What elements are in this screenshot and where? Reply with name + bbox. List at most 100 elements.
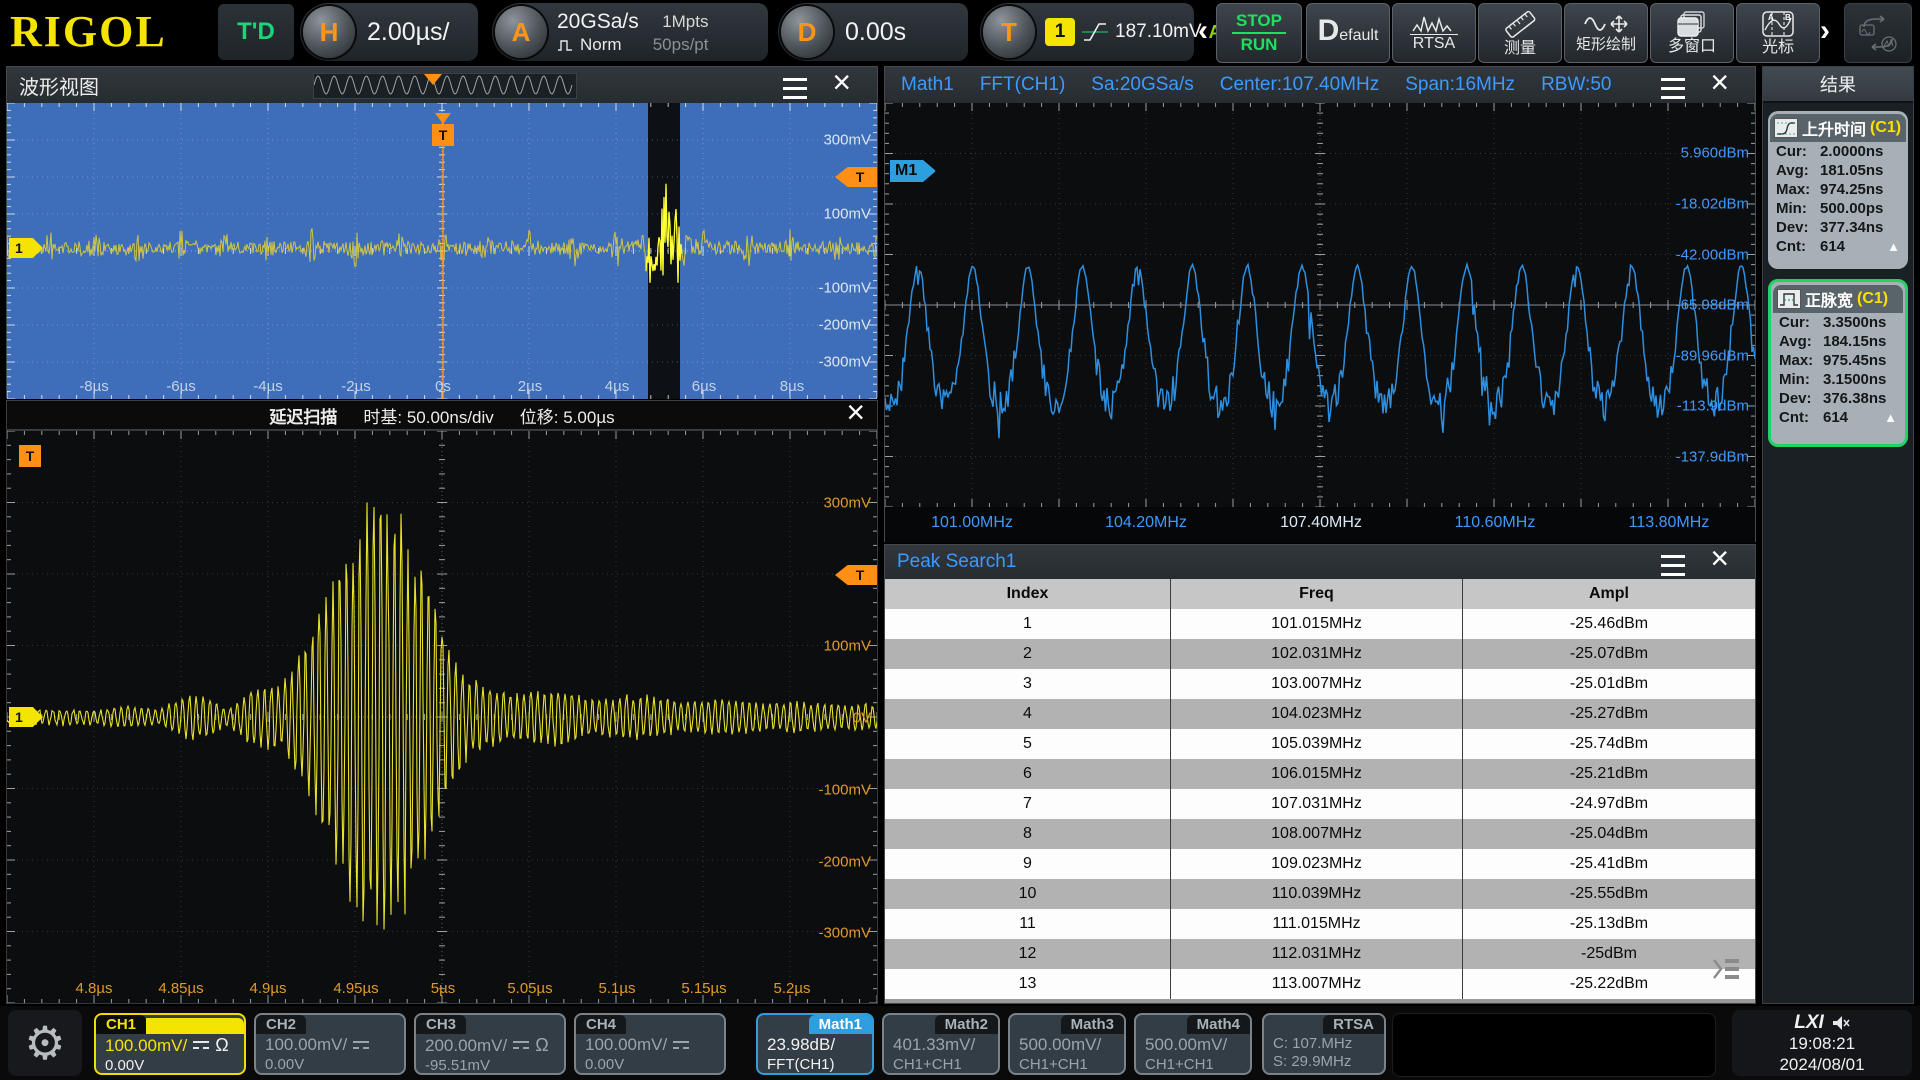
close-icon[interactable]: ×: [846, 399, 865, 425]
toolbar-expand-icon[interactable]: ›: [1820, 14, 1830, 48]
draw-rect-button[interactable]: 矩形绘制: [1564, 3, 1648, 63]
collapse-triangle-icon[interactable]: ▲: [1884, 410, 1897, 425]
math-block-math3[interactable]: Math3 500.00mV/ CH1+CH1: [1008, 1013, 1126, 1075]
fft-header: Math1 FFT(CH1) Sa:20GSa/s Center:107.40MHz S…: [885, 67, 1755, 104]
waveform-chart[interactable]: T-8µs-6µs-4µs-2µs0s2µs4µs6µs8µs300mV2001…: [7, 103, 877, 399]
close-icon[interactable]: ×: [1710, 545, 1729, 571]
peak-ampl: -25.01dBm: [1463, 669, 1755, 699]
delay-control[interactable]: D 0.00s: [778, 3, 968, 61]
toolbar-collapse-icon[interactable]: ‹: [1198, 14, 1208, 48]
waveform-view-window: 波形视图 × T-8µs-6µs-4µs-2µs0s2µs4µs6µs8µs30…: [6, 66, 878, 398]
table-row[interactable]: 2102.031MHz-25.07dBm: [885, 639, 1755, 669]
rtsa-block[interactable]: RTSA C: 107.MHz S: 29.9MHz: [1262, 1013, 1386, 1075]
svg-text:B: B: [1785, 13, 1791, 22]
peak-index: 10: [885, 879, 1171, 909]
multi-window-button[interactable]: 多窗口: [1650, 3, 1734, 63]
measurement-card-rise-time[interactable]: 上升时间(C1) Cur:2.0000nsAvg:181.05nsMax:974…: [1768, 111, 1908, 269]
delayed-sweep-chart[interactable]: 4.8µs4.85µs4.9µs4.95µs5µs5.05µs5.1µs5.15…: [6, 430, 878, 1004]
time-axis-label: 4.95µs: [333, 980, 378, 997]
table-row[interactable]: 6106.015MHz-25.21dBm: [885, 759, 1755, 789]
time-axis-label: -4µs: [253, 378, 282, 395]
default-button[interactable]: Default: [1306, 3, 1390, 63]
channel-block-ch1[interactable]: CH1 100.00mV/Ω 0.00V: [94, 1013, 246, 1075]
trigger-control[interactable]: T 1 187.10mV A: [980, 3, 1194, 61]
close-icon[interactable]: ×: [832, 69, 851, 95]
menu-icon[interactable]: [1661, 78, 1685, 99]
peak-freq: 113.007MHz: [1171, 969, 1463, 999]
fft-header-item[interactable]: Math1: [901, 74, 954, 96]
table-row[interactable]: 12112.031MHz-25dBm: [885, 939, 1755, 969]
peak-freq: 110.039MHz: [1171, 879, 1463, 909]
memory-depth: 1Mpts: [653, 12, 709, 32]
stat-value: 500.00ps: [1820, 200, 1883, 217]
horizontal-timebase-control[interactable]: H 2.00µs/: [300, 3, 478, 61]
peak-index: 3: [885, 669, 1171, 699]
menu-icon[interactable]: [1661, 555, 1685, 576]
rtsa-button[interactable]: RTSA: [1392, 3, 1476, 63]
clock-box[interactable]: LXI 19:08:21 2024/08/01: [1732, 1010, 1912, 1076]
trigger-knob[interactable]: T: [983, 6, 1035, 58]
table-row[interactable]: 13113.007MHz-25.22dBm: [885, 969, 1755, 999]
cursor-button[interactable]: A B 光标: [1736, 3, 1820, 63]
stat-label: Cnt:: [1779, 409, 1823, 426]
measure-stats: Cur:2.0000nsAvg:181.05nsMax:974.25nsMin:…: [1768, 142, 1908, 256]
menu-icon[interactable]: [783, 78, 807, 99]
voltage-axis-label: -100mV: [818, 782, 871, 799]
math-scale: 401.33mV/: [884, 1034, 998, 1055]
measure-button[interactable]: 测量: [1478, 3, 1562, 63]
fft-header-item[interactable]: RBW:50: [1541, 74, 1611, 96]
horizontal-knob[interactable]: H: [303, 6, 355, 58]
peak-index: 7: [885, 789, 1171, 819]
measurement-card-pulse-width[interactable]: 正脉宽(C1) Cur:3.3500nsAvg:184.15nsMax:975.…: [1768, 279, 1908, 447]
waveform-move-icon: [1583, 13, 1629, 35]
rising-edge-icon: [1082, 19, 1108, 45]
table-row[interactable]: 3103.007MHz-25.01dBm: [885, 669, 1755, 699]
channel-block-ch2[interactable]: CH2 100.00mV/ 0.00V: [254, 1013, 406, 1075]
time-axis-label: 5.15µs: [681, 980, 726, 997]
math-block-math4[interactable]: Math4 500.00mV/ CH1+CH1: [1134, 1013, 1252, 1075]
fft-header-item[interactable]: Sa:20GSa/s: [1091, 74, 1193, 96]
stat-value: 975.45ns: [1823, 352, 1886, 369]
table-row[interactable]: 8108.007MHz-25.04dBm: [885, 819, 1755, 849]
fft-chart[interactable]: 5.960dBm-18.02dBm-42.00dBm-65.98dBm-89.9…: [885, 103, 1755, 507]
top-toolbar: RIGOL T'D H 2.00µs/ A 20GSa/s 1Mpts Norm…: [0, 0, 1920, 64]
fft-header-item[interactable]: Center:107.40MHz: [1220, 74, 1379, 96]
table-row[interactable]: 1101.015MHz-25.46dBm: [885, 609, 1755, 639]
math-block-math2[interactable]: Math2 401.33mV/ CH1+CH1: [882, 1013, 1000, 1075]
fft-header-item[interactable]: Span:16MHz: [1405, 74, 1515, 96]
table-row[interactable]: 4104.023MHz-25.27dBm: [885, 699, 1755, 729]
measure-channel: (C1): [1857, 290, 1888, 308]
voltage-axis-label: -200mV: [818, 317, 871, 334]
channel-block-ch4[interactable]: CH4 100.00mV/ 0.00V: [574, 1013, 726, 1075]
time-axis-label: 5µs: [431, 980, 456, 997]
system-menu-button[interactable]: ⚙: [8, 1010, 82, 1076]
fft-header-item[interactable]: FFT(CH1): [980, 74, 1065, 96]
delayed-offset: 位移: 5.00µs: [520, 403, 615, 428]
delay-knob[interactable]: D: [781, 6, 833, 58]
stat-row: Cnt:614▲: [1771, 408, 1905, 427]
table-page-icon[interactable]: [1711, 956, 1741, 987]
channel-tab: CH3: [416, 1015, 466, 1034]
table-row[interactable]: 9109.023MHz-25.41dBm: [885, 849, 1755, 879]
stat-row: Cur:2.0000ns: [1768, 142, 1908, 161]
table-row[interactable]: 10110.039MHz-25.55dBm: [885, 879, 1755, 909]
table-row[interactable]: 7107.031MHz-24.97dBm: [885, 789, 1755, 819]
stat-row: Cur:3.3500ns: [1771, 313, 1905, 332]
acquisition-control[interactable]: A 20GSa/s 1Mpts Norm 50ps/pt: [492, 3, 768, 61]
voltage-axis-label: 300mV: [823, 495, 871, 512]
run-stop-button[interactable]: STOP RUN: [1216, 3, 1302, 63]
table-row[interactable]: 11111.015MHz-25.13dBm: [885, 909, 1755, 939]
collapse-triangle-icon[interactable]: ▲: [1887, 239, 1900, 254]
mode-switch-button[interactable]: [1844, 3, 1912, 63]
trigger-marker[interactable]: T: [19, 445, 41, 467]
time-axis-label: 4µs: [605, 378, 630, 395]
channel-block-ch3[interactable]: CH3 200.00mV/Ω -95.51mV: [414, 1013, 566, 1075]
voltage-axis-label: -200mV: [818, 854, 871, 871]
close-icon[interactable]: ×: [1710, 69, 1729, 95]
horizontal-position-indicator[interactable]: [313, 73, 577, 99]
math-block-math1[interactable]: Math1 23.98dB/ FFT(CH1): [756, 1013, 874, 1075]
sine-indicator: [314, 74, 574, 96]
acquisition-knob[interactable]: A: [495, 6, 547, 58]
table-row[interactable]: 5105.039MHz-25.74dBm: [885, 729, 1755, 759]
trigger-status-button[interactable]: T'D: [218, 4, 294, 60]
